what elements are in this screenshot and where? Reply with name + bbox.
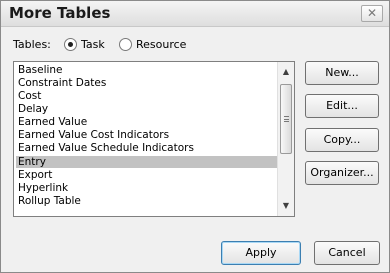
list-item[interactable]: Cost [16, 90, 278, 102]
list-item[interactable]: Hyperlink [16, 182, 278, 194]
scroll-thumb[interactable] [280, 84, 292, 154]
copy-button[interactable]: Copy... [305, 128, 379, 152]
scroll-down-arrow-icon[interactable]: ▼ [278, 198, 294, 214]
list-item[interactable]: Earned Value [16, 116, 278, 128]
list-item[interactable]: Baseline [16, 64, 278, 76]
list-item[interactable]: Export [16, 169, 278, 181]
list-scrollbar[interactable]: ▲ ▼ [277, 62, 294, 216]
list-item-selected[interactable]: Entry [16, 156, 278, 168]
edit-button[interactable]: Edit... [305, 94, 379, 118]
list-item[interactable]: Delay [16, 103, 278, 115]
tables-listbox[interactable]: Baseline Constraint Dates Cost Delay Ear… [13, 61, 295, 217]
grip-icon [284, 116, 289, 122]
close-icon[interactable]: ✕ [361, 5, 383, 22]
scroll-up-arrow-icon[interactable]: ▲ [278, 64, 294, 80]
radio-task-label[interactable]: Task [81, 38, 105, 51]
list-item[interactable]: Rollup Table [16, 195, 278, 207]
more-tables-dialog: More Tables ✕ Tables: Task Resource Base… [0, 0, 390, 273]
organizer-button[interactable]: Organizer... [305, 161, 379, 185]
radio-resource[interactable] [119, 38, 132, 51]
list-item[interactable]: Earned Value Cost Indicators [16, 129, 278, 141]
tables-label: Tables: [13, 38, 51, 51]
radio-resource-label[interactable]: Resource [136, 38, 186, 51]
dialog-title: More Tables [9, 4, 111, 22]
apply-button[interactable]: Apply [221, 241, 301, 265]
radio-task[interactable] [64, 38, 77, 51]
title-bar[interactable]: More Tables ✕ [1, 1, 389, 27]
list-item[interactable]: Earned Value Schedule Indicators [16, 142, 278, 154]
new-button[interactable]: New... [305, 61, 379, 85]
cancel-button[interactable]: Cancel [314, 241, 380, 265]
list-item[interactable]: Constraint Dates [16, 77, 278, 89]
